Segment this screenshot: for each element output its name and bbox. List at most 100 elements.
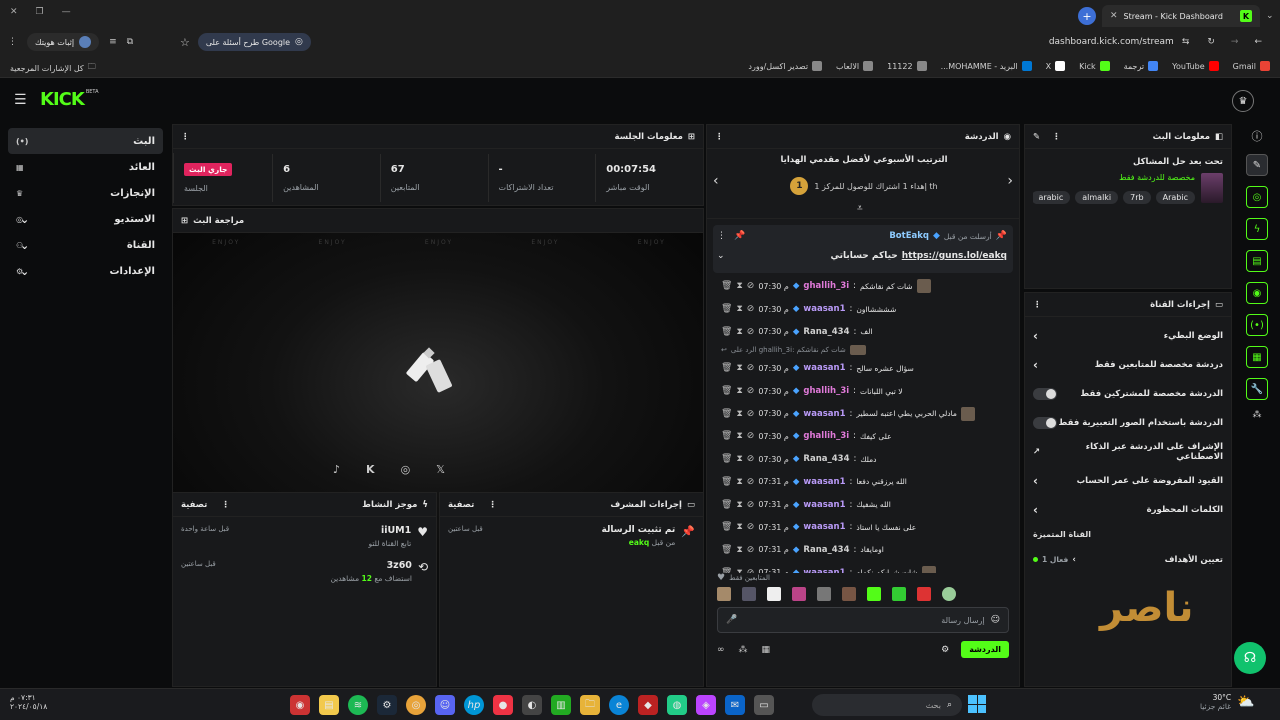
timeout-icon[interactable]: ⧗ bbox=[736, 431, 742, 441]
site-info-icon[interactable]: ⇆ bbox=[1182, 37, 1190, 47]
message-username[interactable]: ghallih_3i bbox=[803, 281, 849, 291]
delete-message-icon[interactable]: 🗑 bbox=[721, 522, 732, 532]
chat-message[interactable]: 🗑 ⧗ ⊘ م 07:30 ◆ waasan1: ششششااون bbox=[721, 298, 1011, 321]
timeout-icon[interactable]: ⧗ bbox=[736, 477, 742, 487]
timeout-icon[interactable]: ⧗ bbox=[736, 386, 742, 396]
ban-icon[interactable]: ⊘ bbox=[747, 454, 755, 464]
community-icon[interactable]: ⁂ bbox=[739, 645, 748, 655]
emote[interactable] bbox=[817, 587, 831, 601]
session-menu-icon[interactable]: ⋮ bbox=[181, 132, 190, 142]
maximize-window-icon[interactable]: ❐ bbox=[36, 7, 44, 17]
stream-tag[interactable]: 7rb bbox=[1123, 191, 1151, 204]
mic-icon[interactable]: 🎤 bbox=[726, 615, 737, 625]
flash-rail-icon[interactable]: ϟ bbox=[1246, 218, 1268, 240]
document-rail-icon[interactable]: ▤ bbox=[1246, 250, 1268, 272]
delete-message-icon[interactable]: 🗑 bbox=[721, 304, 732, 314]
infinity-icon[interactable]: ∞ bbox=[717, 645, 725, 655]
delete-message-icon[interactable]: 🗑 bbox=[721, 409, 732, 419]
message-username[interactable]: waasan1 bbox=[803, 304, 845, 314]
pinned-link[interactable]: https://guns.lol/eakq bbox=[902, 251, 1007, 261]
delete-message-icon[interactable]: 🗑 bbox=[721, 477, 732, 487]
delete-message-icon[interactable]: 🗑 bbox=[721, 545, 732, 555]
activity-filter-button[interactable]: تصفية bbox=[181, 500, 207, 510]
sidebar-item[interactable]: البث (•) bbox=[8, 128, 163, 154]
chat-messages[interactable]: 🗑 ⧗ ⊘ م 07:30 ◆ ghallih_3i: شات كم نقاشك… bbox=[707, 273, 1019, 573]
layout-rail-icon[interactable]: ▦ bbox=[1246, 346, 1268, 368]
reading-list-icon[interactable]: ≡ bbox=[109, 37, 117, 47]
support-headset-icon[interactable]: ☊ bbox=[1234, 642, 1266, 674]
windows-start-icon[interactable] bbox=[968, 695, 986, 713]
ban-icon[interactable]: ⊘ bbox=[747, 522, 755, 532]
sidebar-item[interactable]: القناة ⚇ ⌄ bbox=[8, 232, 163, 258]
message-username[interactable]: Rana_434 bbox=[803, 545, 849, 555]
emote[interactable] bbox=[767, 587, 781, 601]
bookmark-star-icon[interactable]: ☆ bbox=[180, 36, 190, 49]
stream-tag[interactable]: almalki bbox=[1075, 191, 1119, 204]
channel-action-row[interactable]: الكلمات المحظورة › bbox=[1025, 495, 1231, 524]
tab-kick-dashboard[interactable]: ✕ Stream - Kick Dashboard K bbox=[1102, 5, 1260, 27]
chat-input-box[interactable]: 🎤 إرسال رسالة ☺ bbox=[717, 607, 1009, 633]
chat-settings-icon[interactable]: ⚙ bbox=[941, 645, 949, 655]
ban-icon[interactable]: ⊘ bbox=[747, 363, 755, 373]
mod-actions-filter-button[interactable]: تصفية bbox=[448, 500, 474, 510]
ban-icon[interactable]: ⊘ bbox=[747, 431, 755, 441]
stream-tag[interactable]: arabic bbox=[1033, 191, 1071, 204]
channel-action-row[interactable]: الإشراف على الدردشة عبر الذكاء الاصطناعي… bbox=[1025, 437, 1231, 466]
tab-list-icon[interactable]: ⌄ bbox=[1266, 11, 1274, 21]
back-icon[interactable]: ← bbox=[1254, 37, 1262, 47]
emote[interactable] bbox=[917, 587, 931, 601]
chat-menu-icon[interactable]: ⋮ bbox=[715, 132, 724, 142]
bookmark-item[interactable]: تصدير اكسل/وورد bbox=[748, 61, 823, 71]
browser-menu-icon[interactable]: ⋮ bbox=[8, 37, 17, 47]
reload-icon[interactable]: ↻ bbox=[1207, 37, 1215, 47]
stream-category[interactable]: مخصصة للدردشة فقط bbox=[1119, 173, 1195, 182]
file-explorer-icon[interactable]: 🗀 bbox=[580, 695, 600, 715]
more-rail-icon[interactable]: ⁂ bbox=[1253, 410, 1262, 420]
channel-action-row[interactable]: الدردشة مخصصة للمشتركين فقط bbox=[1025, 379, 1231, 408]
bookmark-item[interactable]: Gmail bbox=[1233, 61, 1270, 71]
chat-send-button[interactable]: الدردشة bbox=[961, 641, 1009, 658]
channel-action-row[interactable]: الوضع البطيء › bbox=[1025, 321, 1231, 350]
timeout-icon[interactable]: ⧗ bbox=[736, 304, 742, 314]
delete-message-icon[interactable]: 🗑 bbox=[721, 363, 732, 373]
emote[interactable] bbox=[867, 587, 881, 601]
forward-icon[interactable]: → bbox=[1231, 37, 1239, 47]
discord-icon[interactable]: ☺ bbox=[435, 695, 455, 715]
chat-message[interactable]: 🗑 ⧗ ⊘ م 07:30 ◆ Rana_434: الف bbox=[721, 320, 1011, 343]
expand-pinned-icon[interactable]: ⌄ bbox=[717, 251, 725, 261]
timeout-icon[interactable]: ⧗ bbox=[736, 327, 742, 337]
chat-message[interactable]: 🗑 ⧗ ⊘ م 07:30 ◆ waasan1: سؤال عشره سالح bbox=[721, 357, 1011, 380]
delete-message-icon[interactable]: 🗑 bbox=[721, 431, 732, 441]
edit-pencil-icon[interactable]: ✎ bbox=[1033, 132, 1040, 142]
close-window-icon[interactable]: ✕ bbox=[10, 7, 18, 17]
delete-message-icon[interactable]: 🗑 bbox=[721, 327, 732, 337]
bookmark-item[interactable]: ترجمة bbox=[1124, 61, 1159, 71]
channel-action-row[interactable]: القيود المفروضة على عمر الحساب › bbox=[1025, 466, 1231, 495]
bookmark-item[interactable]: الالعاب bbox=[836, 61, 874, 71]
chat-message[interactable]: 🗑 ⧗ ⊘ م 07:30 ◆ Rana_434: دملك bbox=[721, 448, 1011, 471]
taskbar-search[interactable]: بحث ⌕ bbox=[812, 694, 962, 716]
emoji-icon[interactable]: ☺ bbox=[991, 615, 1000, 625]
obs-icon[interactable]: ◐ bbox=[522, 695, 542, 715]
timeout-icon[interactable]: ⧗ bbox=[736, 281, 742, 291]
goals-row[interactable]: تعيين الأهداف › فعال 1 bbox=[1025, 545, 1231, 574]
app-icon[interactable]: ● bbox=[493, 695, 513, 715]
sidebar-item[interactable]: العائد ▦ bbox=[8, 154, 163, 180]
stream-tag[interactable]: Arabic bbox=[1155, 191, 1195, 204]
delete-message-icon[interactable]: 🗑 bbox=[721, 568, 732, 573]
bookmark-item[interactable]: X bbox=[1046, 61, 1066, 71]
sticky-notes-icon[interactable]: ▤ bbox=[319, 695, 339, 715]
ban-icon[interactable]: ⊘ bbox=[747, 281, 755, 291]
chat-rail-icon[interactable]: ◉ bbox=[1246, 282, 1268, 304]
activity-user[interactable]: iiUM1 bbox=[368, 525, 411, 536]
emote[interactable] bbox=[717, 587, 731, 601]
ban-icon[interactable]: ⊘ bbox=[747, 545, 755, 555]
minimize-window-icon[interactable]: — bbox=[62, 7, 71, 17]
chat-message[interactable]: 🗑 ⧗ ⊘ م 07:31 ◆ waasan1: على نفسك يا است… bbox=[721, 516, 1011, 539]
delete-message-icon[interactable]: 🗑 bbox=[721, 281, 732, 291]
delete-message-icon[interactable]: 🗑 bbox=[721, 386, 732, 396]
channel-action-row[interactable]: الدردشة باستخدام الصور التعبيرية فقط bbox=[1025, 408, 1231, 437]
chat-message[interactable]: 🗑 ⧗ ⊘ م 07:31 ◆ waasan1: شات شرايكم نكمل… bbox=[721, 561, 1011, 573]
sidebar-item[interactable]: الاستديو ◎ ⌄ bbox=[8, 206, 163, 232]
emote[interactable] bbox=[792, 587, 806, 601]
